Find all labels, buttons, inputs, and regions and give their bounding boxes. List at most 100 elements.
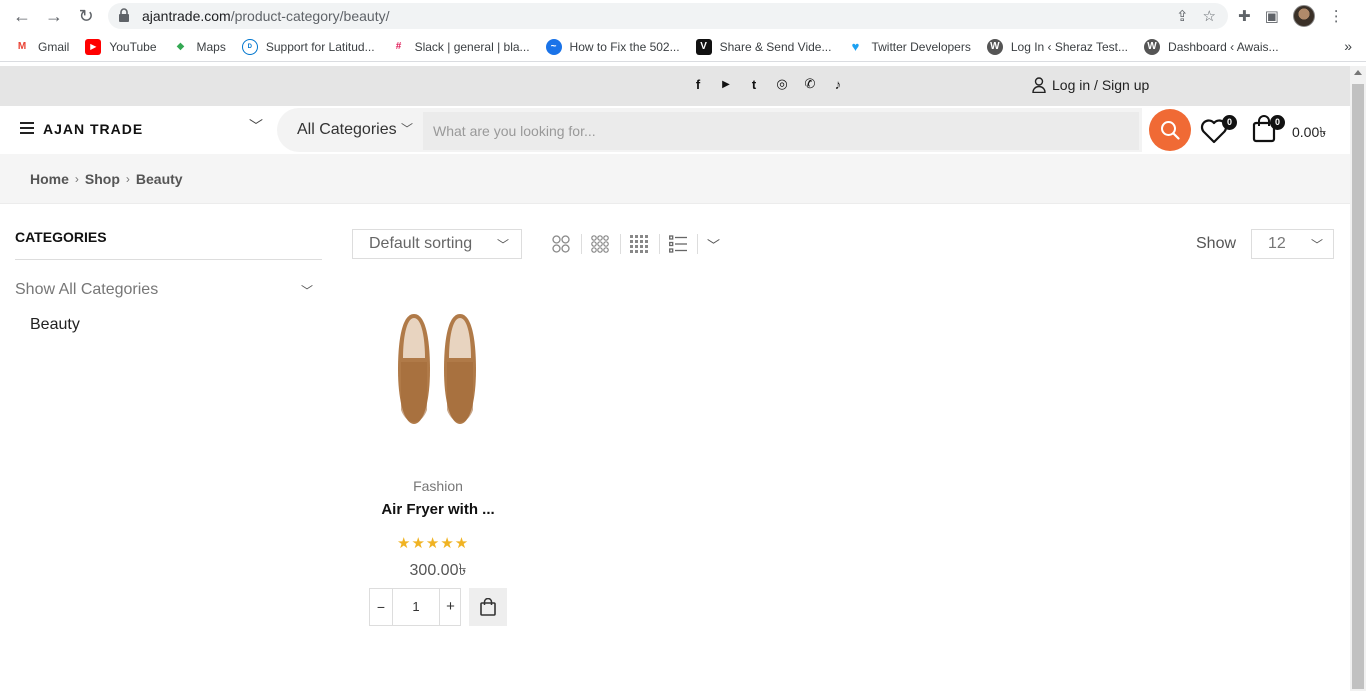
cart-button[interactable]: 0 <box>1252 115 1285 143</box>
lock-icon <box>119 8 129 22</box>
hamburger-menu-icon[interactable] <box>20 122 34 134</box>
divider <box>581 234 582 254</box>
right-shoe <box>444 314 476 424</box>
site-header: AJAN TRADE ﹀ All Categories ﹀ 0 0 0.00৳ <box>0 106 1350 154</box>
kebab-menu-icon[interactable]: ⋮ <box>1329 7 1344 25</box>
url-text: ajantrade.com/product-category/beauty/ <box>142 8 390 24</box>
chevron-down-icon[interactable]: ﹀ <box>707 235 720 254</box>
chevron-down-icon[interactable]: ﹀ <box>301 282 313 299</box>
sorting-select[interactable]: Default sorting ﹀ <box>352 229 522 259</box>
show-label: Show <box>1196 235 1237 252</box>
browser-toolbar: ← → ↻ ajantrade.com/product-category/bea… <box>0 0 1366 32</box>
chevron-down-icon[interactable]: ﹀ <box>401 120 413 137</box>
youtube-icon[interactable]: ▶ <box>718 76 734 92</box>
sidebar-title: CATEGORIES <box>15 229 107 245</box>
search-form: All Categories ﹀ <box>277 108 1142 152</box>
list-view-icon[interactable] <box>669 235 687 253</box>
instagram-icon[interactable]: ◎ <box>774 76 790 92</box>
breadcrumb: Home › Shop › Beauty <box>30 171 183 187</box>
divider <box>659 234 660 254</box>
maps-icon: ◆ <box>176 41 185 52</box>
sorting-value: Default sorting <box>369 235 473 252</box>
gmail-icon: M <box>17 41 27 52</box>
side-panel-icon[interactable]: ▣ <box>1265 7 1279 25</box>
twitter-icon[interactable]: t <box>746 76 762 92</box>
back-arrow-icon[interactable]: ← <box>12 6 32 26</box>
extensions-icon[interactable]: ✚ <box>1238 7 1251 25</box>
breadcrumb-shop[interactable]: Shop <box>85 171 120 187</box>
quantity-increase-button[interactable]: + <box>439 589 461 625</box>
cart-total[interactable]: 0.00৳ <box>1292 121 1326 145</box>
chevron-down-icon: ﹀ <box>1310 238 1323 252</box>
reload-icon[interactable]: ↻ <box>76 6 96 26</box>
product-title[interactable]: Air Fryer with ... <box>352 501 524 518</box>
quantity-input[interactable]: 1 <box>393 589 439 625</box>
user-icon <box>1032 77 1046 93</box>
twitter-icon: ♥ <box>851 39 860 54</box>
left-shoe <box>398 314 430 424</box>
bookmarks-more-icon[interactable]: » <box>1344 38 1352 54</box>
page-scrollbar[interactable] <box>1350 66 1366 691</box>
bookmark-twitter-dev[interactable]: ♥ Twitter Developers <box>847 39 971 55</box>
globe-icon: ~ <box>545 38 562 55</box>
bookmark-gmail[interactable]: M Gmail <box>14 39 70 55</box>
scroll-up-arrow-icon[interactable] <box>1354 70 1362 75</box>
bookmark-star-icon[interactable]: ☆ <box>1203 7 1216 25</box>
chevron-right-icon: › <box>74 172 79 186</box>
shopping-bag-icon <box>480 598 496 616</box>
grid-4-view-icon[interactable] <box>630 235 648 253</box>
avatar[interactable] <box>1292 5 1315 27</box>
show-all-categories[interactable]: Show All Categories <box>15 281 158 299</box>
address-bar[interactable]: ajantrade.com/product-category/beauty/ ⇪… <box>108 3 1228 29</box>
grid-3-view-icon[interactable] <box>591 235 609 253</box>
divider <box>697 234 698 254</box>
bookmark-dell-support[interactable]: D Support for Latitud... <box>241 38 375 55</box>
divider <box>15 259 322 260</box>
per-page-select[interactable]: 12 ﹀ <box>1251 229 1334 259</box>
product-image[interactable] <box>384 300 494 440</box>
sidebar-item-beauty[interactable]: Beauty <box>30 316 80 334</box>
bookmark-share-video[interactable]: V Share & Send Vide... <box>695 38 831 55</box>
bookmark-502-fix[interactable]: ~ How to Fix the 502... <box>545 38 680 55</box>
bookmark-slack[interactable]: # Slack | general | bla... <box>391 39 530 55</box>
bookmarks-bar: M Gmail ▶ YouTube ◆ Maps D Support for Latit… <box>0 32 1366 62</box>
youtube-icon: ▶ <box>85 38 102 55</box>
add-to-cart-button[interactable] <box>469 588 507 626</box>
category-select[interactable]: All Categories <box>297 121 397 139</box>
search-button[interactable] <box>1149 109 1191 151</box>
breadcrumb-home[interactable]: Home <box>30 171 69 187</box>
breadcrumb-current: Beauty <box>135 171 183 187</box>
grid-2-view-icon[interactable] <box>552 235 570 253</box>
bookmark-dashboard-awais[interactable]: W Dashboard ‹ Awais... <box>1144 38 1279 55</box>
login-signup-link[interactable]: Log in / Sign up <box>1032 77 1149 93</box>
brand-logo-text[interactable]: AJAN TRADE <box>43 121 143 137</box>
social-links: f ▶ t ◎ ✆ ♪ <box>690 76 846 92</box>
whatsapp-icon[interactable]: ✆ <box>802 76 818 92</box>
v-icon: V <box>695 38 712 55</box>
divider <box>620 234 621 254</box>
wordpress-icon: W <box>986 38 1003 55</box>
forward-arrow-icon[interactable]: → <box>44 6 64 26</box>
chevron-down-icon[interactable]: ﹀ <box>249 116 263 136</box>
share-icon[interactable]: ⇪ <box>1176 7 1189 25</box>
breadcrumb-bar: Home › Shop › Beauty <box>0 154 1350 204</box>
tiktok-icon[interactable]: ♪ <box>830 76 846 92</box>
bookmark-maps[interactable]: ◆ Maps <box>173 39 226 55</box>
product-price: 300.00৳ <box>409 562 467 579</box>
facebook-icon[interactable]: f <box>690 76 706 92</box>
dell-icon: D <box>241 38 258 55</box>
cart-count-badge: 0 <box>1270 115 1285 130</box>
wishlist-button[interactable]: 0 <box>1200 115 1237 144</box>
scrollbar-thumb[interactable] <box>1352 84 1364 689</box>
per-page-value: 12 <box>1268 235 1286 252</box>
bookmark-youtube[interactable]: ▶ YouTube <box>85 38 157 55</box>
site-topbar: f ▶ t ◎ ✆ ♪ Log in / Sign up <box>0 66 1350 106</box>
product-category[interactable]: Fashion <box>352 478 524 494</box>
quantity-decrease-button[interactable]: − <box>370 589 393 625</box>
chevron-down-icon: ﹀ <box>496 238 509 252</box>
chevron-right-icon: › <box>125 172 130 186</box>
search-input[interactable] <box>423 112 1139 150</box>
bookmark-login-sheraz[interactable]: W Log In ‹ Sheraz Test... <box>986 38 1128 55</box>
wordpress-icon: W <box>1144 38 1161 55</box>
search-icon <box>1161 121 1180 140</box>
